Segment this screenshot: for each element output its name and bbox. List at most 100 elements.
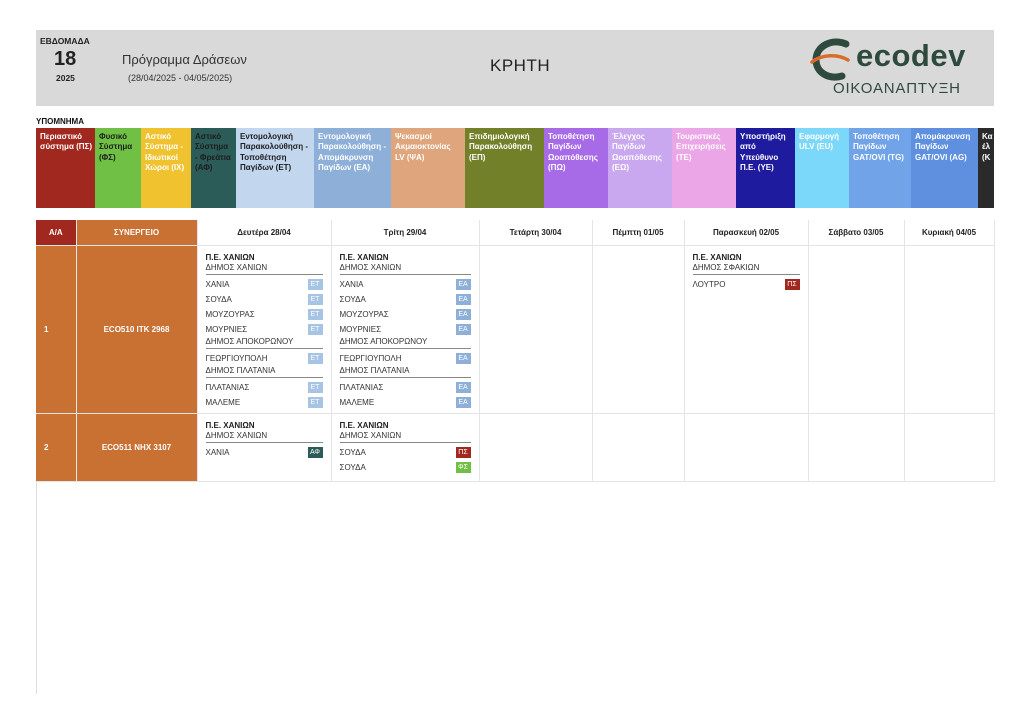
date-range: (28/04/2025 - 04/05/2025) (128, 73, 233, 83)
location-row: ΜΟΥΡΝΙΕΣ ΕΤ (206, 322, 323, 337)
legend-item: Έλεγχος Παγίδων Ωοαπόθεσης (ΕΩ) (608, 128, 672, 208)
day-cell (904, 413, 995, 482)
week-year: 2025 (56, 73, 75, 83)
legend-item: Επιδημιολογική Παρακολούθηση (ΕΠ) (465, 128, 544, 208)
regional-unit: Π.Ε. ΧΑΝΙΩΝ (692, 252, 742, 262)
municipality-name: ΔΗΜΟΣ ΧΑΝΙΩΝ (205, 263, 323, 275)
legend-title: ΥΠΟΜΝΗΜΑ (36, 117, 84, 126)
day-cell (479, 245, 593, 414)
legend-item: Κα έλ (Κ (978, 128, 994, 208)
municipality-name: ΔΗΜΟΣ ΧΑΝΙΩΝ (205, 431, 323, 443)
table-row: 1 ECO510 ΙΤΚ 2968 Π.Ε. ΧΑΝΙΩΝ ΔΗΜΟΣ ΧΑΝΙΩΝ Χ… (36, 245, 995, 414)
regional-unit: Π.Ε. ΧΑΝΙΩΝ (339, 420, 389, 430)
day-cell (592, 245, 685, 414)
page-header: ΕΒΔΟΜΑΔΑ 18 2025 Πρόγραμμα Δράσεων (28/0… (36, 30, 994, 106)
regional-unit: Π.Ε. ΧΑΝΙΩΝ (339, 252, 389, 262)
location-name: ΓΕΩΡΓΙΟΥΠΟΛΗ (205, 353, 268, 363)
location-name: ΣΟΥΔΑ (339, 294, 366, 304)
table-header-row: Α/Α ΣΥΝΕΡΓΕΙΟ Δευτέρα 28/04 Τρίτη 29/04 Τετά… (36, 220, 995, 246)
location-row: ΜΑΛΕΜΕ ΕΑ (340, 395, 471, 410)
activity-tag: ΠΣ (784, 278, 800, 290)
location-row: ΜΟΥΖΟΥΡΑΣ ΕΤ (206, 307, 323, 322)
location-name: ΣΟΥΔΑ (205, 294, 232, 304)
regional-unit: Π.Ε. ΧΑΝΙΩΝ (205, 252, 255, 262)
ecodev-leaf-icon (810, 38, 850, 81)
activity-tag: ΦΣ (455, 461, 471, 473)
day-cell: Π.Ε. ΧΑΝΙΩΝ ΔΗΜΟΣ ΧΑΝΙΩΝ ΧΑΝΙΑ ΕΤ ΣΟΥΔΑ ΕΤ ΜΟΥ… (197, 245, 332, 414)
location-row: ΜΟΥΖΟΥΡΑΣ ΕΑ (340, 307, 471, 322)
legend-item: Εντομολογική Παρακολούθηση - Τοποθέτηση … (236, 128, 314, 208)
team-name: ECO510 ΙΤΚ 2968 (75, 245, 198, 414)
column-header: Δευτέρα 28/04 (197, 220, 332, 246)
location-row: ΛΟΥΤΡΟ ΠΣ (693, 277, 800, 292)
location-name: ΠΛΑΤΑΝΙΑΣ (339, 382, 384, 392)
location-row: ΣΟΥΔΑ ΕΑ (340, 292, 471, 307)
location-row: ΣΟΥΔΑ ΦΣ (340, 460, 471, 475)
location-name: ΜΑΛΕΜΕ (205, 397, 241, 407)
activity-tag: ΕΑ (455, 352, 471, 364)
day-cell: Π.Ε. ΧΑΝΙΩΝ ΔΗΜΟΣ ΧΑΝΙΩΝ ΧΑΝΙΑ ΑΦ (197, 413, 332, 482)
location-row: ΠΛΑΤΑΝΙΑΣ ΕΤ (206, 380, 323, 395)
municipality-name: ΔΗΜΟΣ ΑΠΟΚΟΡΩΝΟΥ (205, 337, 323, 349)
location-name: ΧΑΝΙΑ (205, 279, 230, 289)
activity-tag: ΕΤ (307, 293, 323, 305)
location-name: ΠΛΑΤΑΝΙΑΣ (205, 382, 250, 392)
region-title: ΚΡΗΤΗ (490, 56, 551, 75)
legend-item: Εντομολογική Παρακολούθηση - Απομάκρυνση… (314, 128, 391, 208)
location-name: ΜΟΥΡΝΙΕΣ (339, 324, 382, 334)
day-cell (808, 413, 905, 482)
activity-tag: ΕΤ (307, 381, 323, 393)
legend-item: Τοποθέτηση Παγίδων Ωοαπόθεσης (ΠΩ) (544, 128, 608, 208)
day-cell (592, 413, 685, 482)
location-row: ΣΟΥΔΑ ΕΤ (206, 292, 323, 307)
legend-item: Απομάκρυνση Παγίδων GAT/OVI (AG) (911, 128, 978, 208)
location-row: ΜΑΛΕΜΕ ΕΤ (206, 395, 323, 410)
table-row: 2 ECO511 ΝΗΧ 3107 Π.Ε. ΧΑΝΙΩΝ ΔΗΜΟΣ ΧΑΝΙΩΝ Χ… (36, 413, 995, 482)
legend-item: Υποστήριξη από Υπεύθυνο Π.Ε. (ΥΕ) (736, 128, 795, 208)
location-row: ΧΑΝΙΑ ΕΤ (206, 277, 323, 292)
column-header: Α/Α (36, 220, 77, 246)
column-header: Κυριακή 04/05 (904, 220, 995, 246)
column-header: Πέμπτη 01/05 (592, 220, 685, 246)
row-number: 2 (36, 413, 77, 482)
legend-item: Ψεκασμοί Ακμαιοκτονίας LV (ΨΑ) (391, 128, 465, 208)
week-number: 18 (54, 48, 77, 70)
location-row: ΓΕΩΡΓΙΟΥΠΟΛΗ ΕΑ (340, 351, 471, 366)
regional-unit: Π.Ε. ΧΑΝΙΩΝ (205, 420, 255, 430)
schedule-table: Α/Α ΣΥΝΕΡΓΕΙΟ Δευτέρα 28/04 Τρίτη 29/04 Τετά… (36, 220, 995, 482)
legend-item: Τοποθέτηση Παγίδων GAT/OVI (TG) (849, 128, 911, 208)
ecodev-logo: ecodev ΟΙΚΟΑΝΑΠΤΥΞΗ (806, 34, 991, 102)
week-label: ΕΒΔΟΜΑΔΑ (40, 36, 90, 46)
legend-item: Αστικό Σύστημα - Ιδιωτικοί Χώροι (ΙΧ) (141, 128, 191, 208)
day-cell (808, 245, 905, 414)
location-name: ΜΟΥΖΟΥΡΑΣ (339, 309, 389, 319)
location-name: ΛΟΥΤΡΟ (692, 279, 726, 289)
activity-tag: ΕΤ (307, 352, 323, 364)
day-cell (904, 245, 995, 414)
municipality-name: ΔΗΜΟΣ ΑΠΟΚΟΡΩΝΟΥ (339, 337, 471, 349)
municipality-name: ΔΗΜΟΣ ΠΛΑΤΑΝΙΑ (339, 366, 471, 378)
column-header: Τετάρτη 30/04 (479, 220, 593, 246)
activity-tag: ΕΤ (307, 396, 323, 408)
legend-item: Περιαστικό σύστημα (ΠΣ) (36, 128, 95, 208)
legend-item: Εφαρμογή ULV (EU) (795, 128, 849, 208)
activity-tag: ΠΣ (455, 446, 471, 458)
column-header: Παρασκευή 02/05 (684, 220, 809, 246)
location-name: ΧΑΝΙΑ (205, 447, 230, 457)
day-cell (479, 413, 593, 482)
column-header: ΣΥΝΕΡΓΕΙΟ (76, 220, 198, 246)
activity-tag: ΕΤ (307, 308, 323, 320)
day-cell (684, 413, 809, 482)
logo-subtitle: ΟΙΚΟΑΝΑΠΤΥΞΗ (833, 80, 961, 97)
legend-item: Φυσικό Σύστημα (ΦΣ) (95, 128, 141, 208)
municipality-name: ΔΗΜΟΣ ΧΑΝΙΩΝ (339, 263, 471, 275)
location-name: ΜΟΥΡΝΙΕΣ (205, 324, 248, 334)
location-name: ΧΑΝΙΑ (339, 279, 364, 289)
activity-tag: ΑΦ (307, 446, 323, 458)
team-name: ECO511 ΝΗΧ 3107 (75, 413, 198, 482)
location-row: ΓΕΩΡΓΙΟΥΠΟΛΗ ΕΤ (206, 351, 323, 366)
column-header: Σάββατο 03/05 (808, 220, 905, 246)
activity-tag: ΕΑ (455, 278, 471, 290)
activity-tag: ΕΤ (307, 323, 323, 335)
location-name: ΓΕΩΡΓΙΟΥΠΟΛΗ (339, 353, 402, 363)
